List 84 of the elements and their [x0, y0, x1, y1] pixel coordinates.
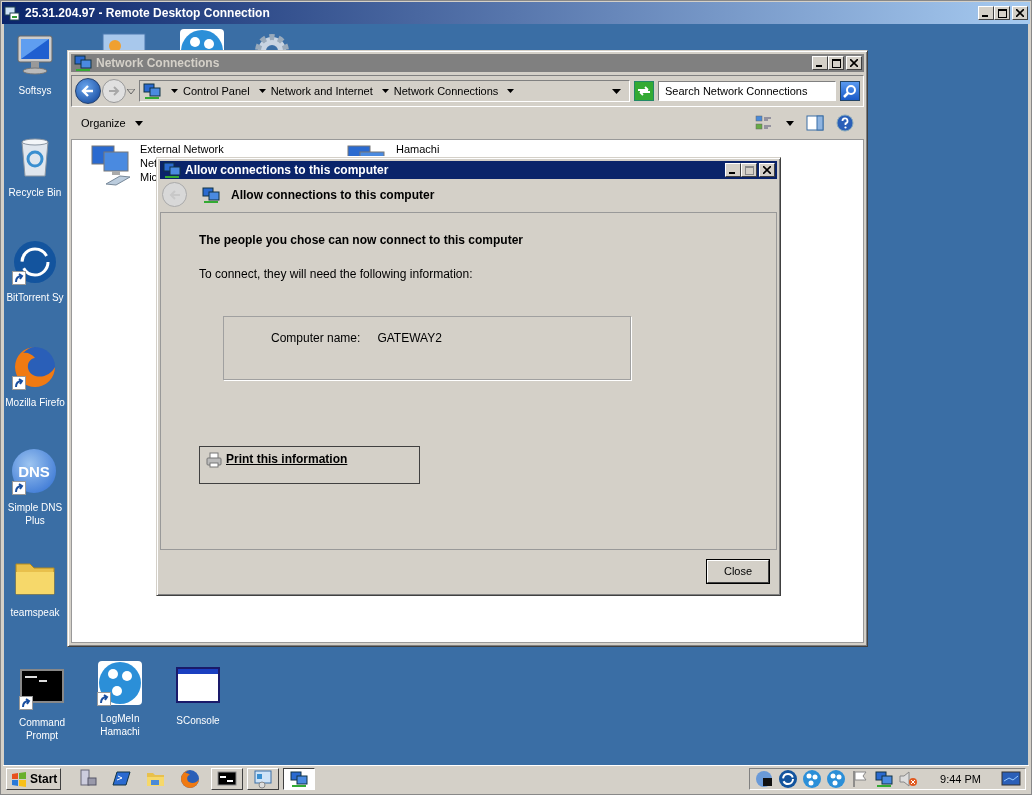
dropdown-arrow-icon [612, 88, 621, 94]
breadcrumb[interactable]: Control Panel [183, 85, 250, 97]
desktop-icon-label[interactable]: Softsys [18, 84, 52, 97]
monitor-icon [1001, 771, 1021, 787]
organize-menu[interactable]: Organize [81, 117, 143, 129]
three-circles-icon [802, 769, 823, 789]
search-icon [843, 84, 857, 98]
right-arrow-icon [108, 85, 120, 97]
views-icon [754, 113, 774, 133]
caret-icon [381, 89, 389, 93]
preview-pane-icon [806, 115, 824, 131]
tray-icon[interactable] [874, 769, 895, 789]
network-computers-icon [289, 769, 310, 789]
network-computers-icon [73, 53, 93, 73]
refresh-button[interactable] [634, 81, 654, 101]
close-icon [1016, 9, 1024, 17]
circular-arrows-icon [12, 239, 58, 285]
minimize-button[interactable] [978, 6, 994, 20]
close-icon [850, 59, 858, 67]
caret-icon [171, 89, 178, 93]
three-circles-icon [826, 769, 847, 789]
tray-icon[interactable] [778, 769, 799, 789]
caret-icon [507, 89, 515, 93]
desktop-icon-label[interactable]: Command Prompt [8, 716, 76, 742]
window-title: 25.31.204.97 - Remote Desktop Connection [25, 6, 270, 20]
network-computers-icon [162, 160, 182, 180]
breadcrumb[interactable]: Network and Internet [270, 85, 373, 97]
remote-desktop-icon [4, 5, 20, 21]
close-icon [763, 166, 771, 174]
desktop-icon-label[interactable]: Mozilla Firefo [5, 396, 65, 409]
refresh-arrows-icon [637, 85, 651, 97]
caret-icon [127, 88, 135, 94]
field-label: Computer name: [271, 331, 361, 345]
muted-speaker-icon [898, 769, 919, 789]
dialog-heading: Allow connections to this computer [231, 187, 435, 202]
desktop-icon-label[interactable]: Recycle Bin [8, 186, 62, 199]
search-button[interactable] [840, 81, 860, 101]
back-button[interactable] [75, 78, 101, 104]
printer-icon [206, 452, 222, 468]
breadcrumb[interactable]: Network Connections [393, 85, 499, 97]
maximize-button[interactable] [741, 163, 757, 177]
desktop-icon-label[interactable]: Simple DNS Plus [4, 501, 66, 527]
minimize-button[interactable] [725, 163, 741, 177]
desktop-icon-label[interactable]: teamspeak [10, 606, 60, 619]
clock[interactable]: 9:44 PM [940, 773, 981, 785]
circular-arrows-icon [778, 769, 799, 789]
caret-icon [258, 89, 266, 93]
help-icon [836, 114, 854, 132]
network-computers-icon [874, 769, 895, 789]
desktop-icon-label[interactable]: BitTorrent Sy [6, 291, 64, 304]
network-computers-icon [201, 184, 221, 205]
server-icon [78, 769, 99, 789]
taskbar-button[interactable] [283, 768, 316, 790]
connection-text[interactable]: Hamachi [396, 142, 440, 156]
window-title: Allow connections to this computer [185, 163, 389, 177]
search-field[interactable]: Search Network Connections [658, 81, 836, 101]
desktop-icon-label[interactable]: LogMeIn Hamachi [84, 712, 156, 738]
console-icon [217, 769, 238, 789]
maximize-icon [997, 8, 1007, 18]
window-title: Network Connections [96, 56, 220, 70]
terminal-icon [112, 769, 133, 789]
left-arrow-icon [81, 84, 95, 98]
desktop-icon-label[interactable]: SConsole [176, 714, 220, 727]
print-button[interactable]: Print this information [199, 446, 420, 484]
monitor-icon [253, 769, 274, 789]
connection-text[interactable]: External Network [140, 142, 224, 156]
maximize-button[interactable] [994, 6, 1010, 20]
close-button[interactable] [759, 163, 775, 177]
windows-flag-icon [10, 771, 28, 787]
dns-globe-icon: DNS [12, 449, 56, 493]
caret-icon [786, 120, 794, 126]
field-value: GATEWAY2 [377, 331, 442, 345]
maximize-icon [744, 165, 754, 175]
maximize-icon [831, 58, 841, 68]
message-heading: The people you chose can now connect to this computer [199, 233, 524, 247]
address-bar[interactable]: Control Panel Network and Internet Network Connections [139, 80, 630, 102]
close-button[interactable] [1012, 6, 1028, 20]
network-computers-icon [142, 81, 162, 101]
close-button[interactable]: Close [707, 559, 769, 583]
three-circles-icon [97, 660, 143, 706]
caret-icon [134, 120, 143, 126]
start-button[interactable]: Start [6, 768, 62, 790]
three-circles-icon [179, 28, 225, 50]
instruction-text: To connect, they will need the following information: [199, 267, 473, 281]
